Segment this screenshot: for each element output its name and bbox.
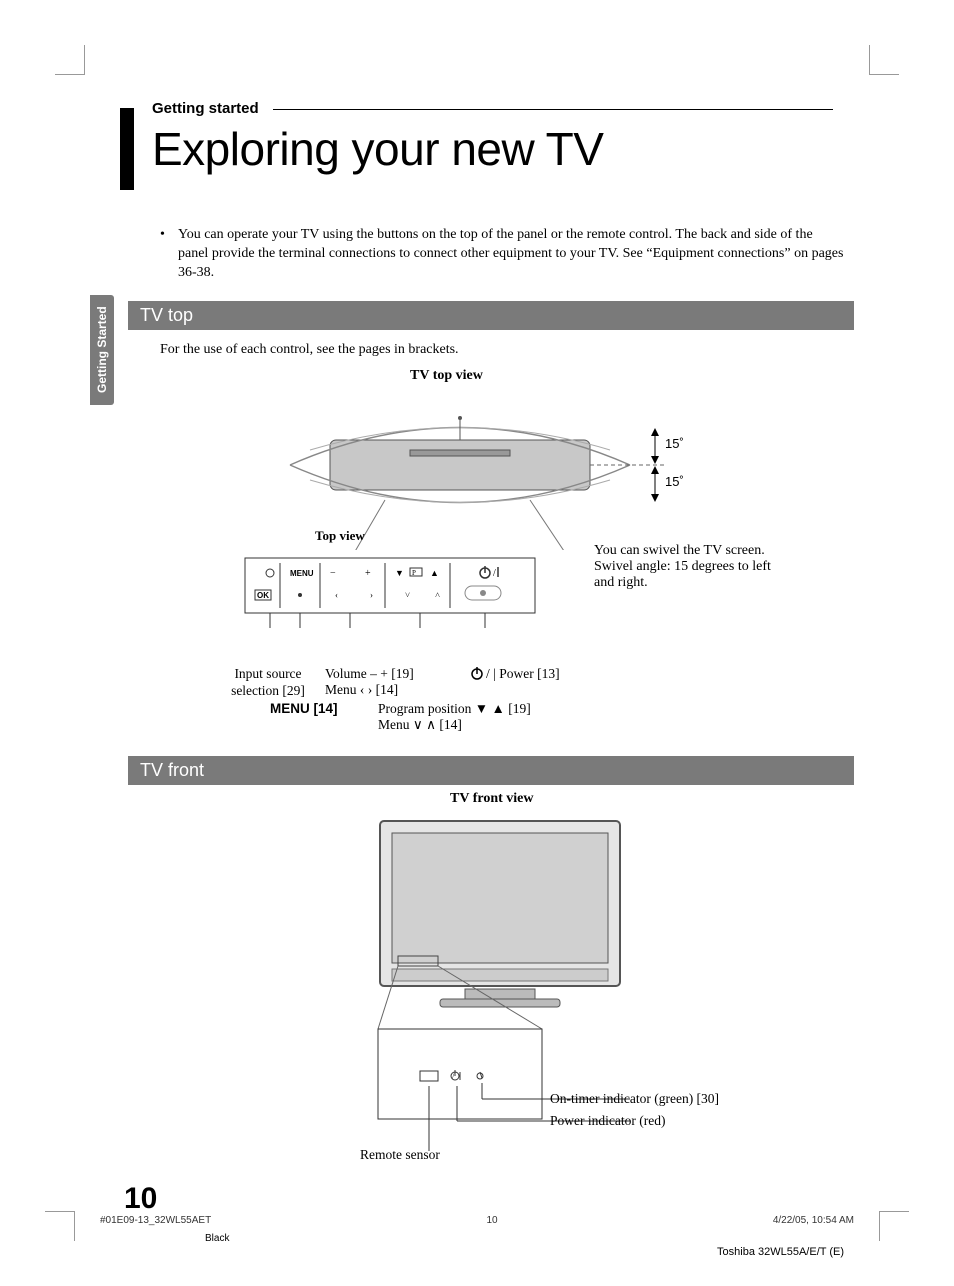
svg-text:▼: ▼ [395,568,404,578]
svg-text:˄: ˄ [435,590,440,600]
svg-text:‹: ‹ [335,590,338,600]
tv-front-view-title: TV front view [450,791,533,807]
section-label: Getting started [152,100,259,117]
tv-top-diagram-area: TV top view 15˚ [100,368,854,738]
callout-power: / | Power [13] [470,665,560,683]
accent-bar [120,108,134,190]
crop-mark-tr [869,45,899,75]
power-icon [470,666,486,680]
callout-remote-sensor: Remote sensor [360,1146,440,1164]
tv-front-diagram-area: TV front view / [100,791,854,1191]
tv-top-swivel-svg [270,380,670,550]
control-panel-svg: MENU − + ▼ P ▲ / OK ‹ › ˅ ˄ [235,548,545,628]
top-view-label: Top view [315,528,365,544]
crop-mark-tl [55,45,85,75]
svg-text:+: + [365,568,371,579]
callout-program-pos: Program position ▼ ▲ [19] [378,700,531,718]
intro-text: • You can operate your TV using the butt… [160,226,844,283]
section-rule [273,109,833,110]
callout-power-indicator: Power indicator (red) [550,1112,665,1130]
svg-text:▲: ▲ [430,568,439,578]
angle-label-1: 15˚ [665,436,684,451]
intro-bullet-text: You can operate your TV using the button… [178,226,844,283]
footer-left: #01E09-13_32WL55AET [100,1215,211,1226]
tv-front-header: TV front [128,756,854,785]
bullet-icon: • [160,226,178,283]
page-number: 10 [124,1182,157,1216]
footer-right: 4/22/05, 10:54 AM [773,1215,854,1226]
section-header-row: Getting started [100,100,854,118]
angle-label-2: 15˚ [665,474,684,489]
svg-text:OK: OK [257,591,269,600]
footer-model: Toshiba 32WL55A/E/T (E) [717,1246,844,1258]
footer-black: Black [205,1233,229,1244]
svg-text:MENU: MENU [290,569,314,578]
footer-center: 10 [486,1215,497,1226]
swivel-note: You can swivel the TV screen. Swivel ang… [594,543,784,591]
callout-menu-ud: Menu ∨ ∧ [14] [378,716,462,734]
crop-mark-br [879,1211,909,1241]
svg-text:/: / [493,568,496,579]
footer-line: #01E09-13_32WL55AET 10 4/22/05, 10:54 AM [100,1215,854,1226]
tv-top-intro: For the use of each control, see the pag… [160,342,854,358]
tv-top-header: TV top [128,301,854,330]
svg-text:˅: ˅ [405,590,410,600]
crop-mark-bl [45,1211,75,1241]
page-title: Exploring your new TV [152,122,854,176]
callout-menu-lr: Menu ‹ › [14] [325,681,398,699]
callout-on-timer: On-timer indicator (green) [30] [550,1090,719,1108]
callout-volume: Volume – + [19] [325,665,414,683]
svg-text:›: › [370,590,373,600]
callout-input-source: Input source selection [29] [218,665,318,700]
page-content: Getting started Exploring your new TV Ge… [100,100,854,1226]
callout-menu-ref: MENU [14] [270,700,338,718]
svg-text:P: P [412,569,416,577]
svg-text:−: − [330,568,336,579]
